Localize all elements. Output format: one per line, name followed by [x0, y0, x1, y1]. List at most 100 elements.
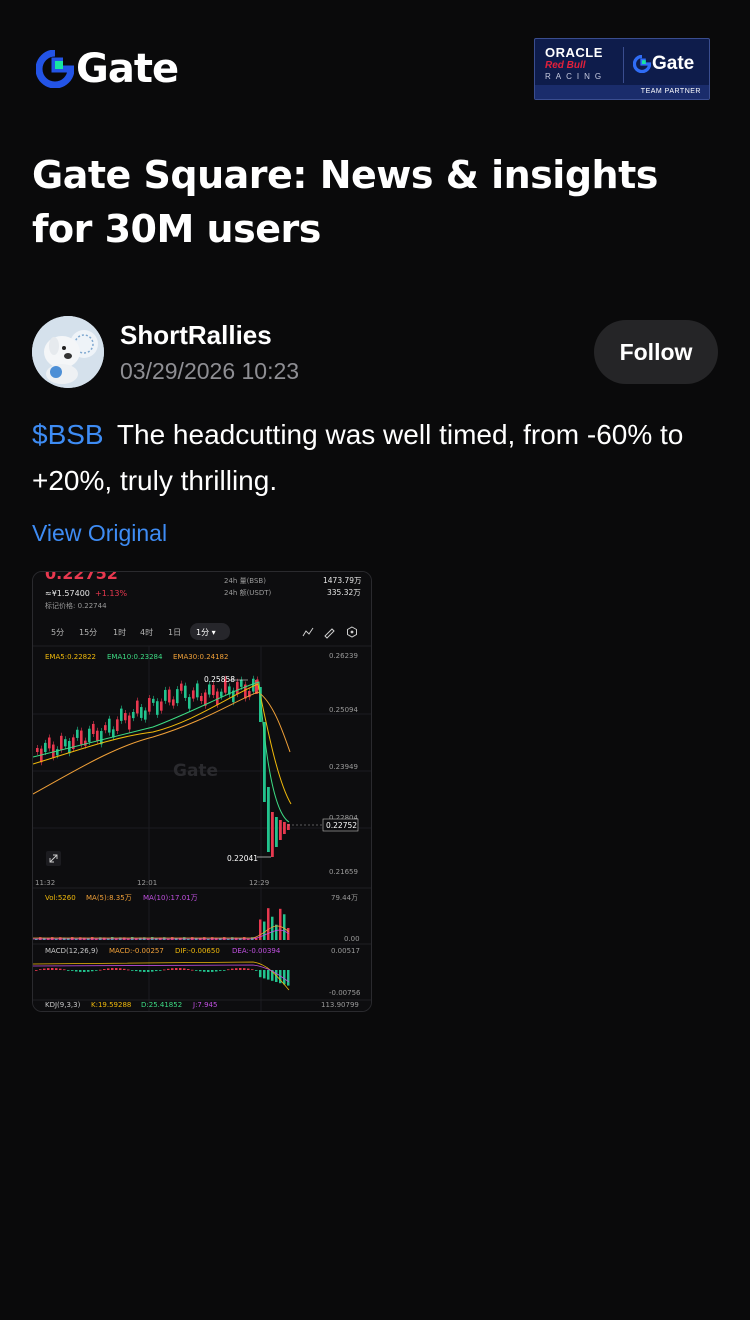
volume-bar — [171, 937, 174, 940]
macd-bar — [43, 968, 46, 970]
candle — [124, 713, 127, 721]
macd-bar — [259, 970, 262, 978]
candle — [184, 685, 187, 698]
macd-bar — [283, 970, 286, 985]
macd-bar — [103, 969, 106, 970]
kline-chart-image: 0.22752 ≈¥1.57400 +1.13% 标记价格: 0.22744 2… — [33, 572, 371, 1011]
volume-bar — [263, 921, 266, 940]
racing-label: RACING — [545, 72, 607, 81]
gate-logo[interactable]: Gate — [35, 48, 179, 90]
macd-bar — [39, 969, 42, 971]
candle — [180, 683, 183, 691]
macd-bar — [51, 968, 54, 970]
volume-bar — [223, 937, 226, 940]
candle — [160, 701, 163, 711]
interval-tab: 5分 — [51, 628, 64, 637]
candle — [68, 741, 71, 754]
volume-bar — [279, 908, 282, 940]
macd-bar — [239, 968, 242, 970]
post-timestamp: 03/29/2026 10:23 — [120, 358, 300, 384]
price-change: +1.13% — [95, 589, 128, 598]
volume-bar — [71, 937, 74, 940]
macd-bar — [227, 969, 230, 971]
interval-tab: 1分 ▾ — [196, 628, 216, 637]
candle — [56, 749, 59, 756]
page-title: Gate Square: News & insights for 30M use… — [32, 153, 658, 251]
candle — [60, 735, 63, 750]
volume-bar — [191, 937, 194, 940]
macd-bar — [195, 970, 198, 971]
macd-bar — [163, 969, 166, 971]
volume-bar — [183, 937, 186, 940]
macd-bar — [71, 970, 74, 971]
macd-bar — [223, 970, 226, 971]
macd-bar — [95, 970, 98, 971]
volume-bar — [59, 937, 62, 940]
ema5-label: EMA5:0.22822 — [45, 653, 96, 661]
macd-bar — [111, 968, 114, 970]
low-price-label: 0.22041 — [227, 854, 258, 863]
vol-24h-value: 1473.79万 — [323, 576, 362, 585]
candle — [188, 697, 191, 709]
macd-bar — [199, 970, 202, 972]
candle — [156, 701, 159, 715]
macd-bar — [119, 968, 122, 970]
macd-bar — [187, 969, 190, 970]
macd-bar — [207, 970, 210, 972]
macd-bar — [151, 970, 154, 972]
partner-divider — [623, 47, 624, 83]
author-name[interactable]: ShortRallies — [120, 320, 272, 351]
interval-tab: 15分 — [79, 628, 97, 637]
oracle-label: ORACLE — [545, 45, 603, 60]
macd-bar — [175, 968, 178, 970]
macd-bar — [183, 968, 186, 970]
macd-bar — [83, 970, 86, 972]
candle — [240, 679, 243, 687]
macd-bar — [219, 970, 222, 971]
follow-button[interactable]: Follow — [594, 320, 718, 384]
macd-bar — [255, 970, 258, 971]
macd-bar — [251, 969, 254, 971]
candle — [236, 681, 239, 695]
candle — [48, 737, 51, 749]
vol-max-label: 79.44万 — [331, 894, 358, 902]
turnover-24h-label: 24h 额(USDT) — [224, 588, 272, 597]
macd-bar — [211, 970, 214, 972]
volume-bar — [111, 937, 114, 940]
macd-bar — [63, 969, 66, 971]
candle — [96, 730, 99, 741]
candle — [132, 711, 135, 719]
candle — [148, 698, 151, 712]
macd-bar — [287, 970, 290, 986]
candle — [120, 708, 123, 721]
macd-bar — [55, 968, 58, 970]
vol-24h-label: 24h 量(BSB) — [224, 577, 266, 585]
candle — [267, 787, 270, 852]
view-original-link[interactable]: View Original — [32, 520, 167, 547]
candle — [271, 812, 274, 857]
redbull-label: Red Bull — [545, 60, 586, 71]
volume-bar — [211, 937, 214, 940]
macd-bar — [147, 970, 150, 972]
y-axis-label: 0.21659 — [329, 868, 358, 876]
mark-price: 标记价格: 0.22744 — [45, 601, 107, 610]
macd-bar — [159, 970, 162, 971]
interval-tab: 1日 — [168, 628, 181, 637]
macd-bar — [167, 968, 170, 970]
header: Gate ORACLE Red Bull RACING Gate TEAM PA… — [0, 0, 750, 130]
volume-bar — [39, 937, 42, 940]
chart-screenshot-image[interactable]: 0.22752 ≈¥1.57400 +1.13% 标记价格: 0.22744 2… — [32, 571, 372, 1012]
ticker-link[interactable]: $BSB — [32, 419, 104, 450]
avatar[interactable] — [32, 316, 104, 388]
volume-bar — [151, 937, 154, 940]
macd-bar — [91, 970, 94, 972]
macd-top-label: 0.00517 — [331, 947, 360, 955]
vol-label: Vol:5260 — [45, 894, 76, 902]
macd-bar — [191, 969, 194, 971]
price-top: 0.22752 — [45, 572, 118, 583]
macd-bar — [215, 970, 218, 972]
macd-bar — [75, 970, 78, 972]
kdj-label: KDJ(9,3,3) — [45, 1001, 81, 1009]
macd-label: MACD(12,26,9) — [45, 947, 98, 955]
team-partner-badge[interactable]: ORACLE Red Bull RACING Gate TEAM PARTNER — [534, 38, 710, 100]
